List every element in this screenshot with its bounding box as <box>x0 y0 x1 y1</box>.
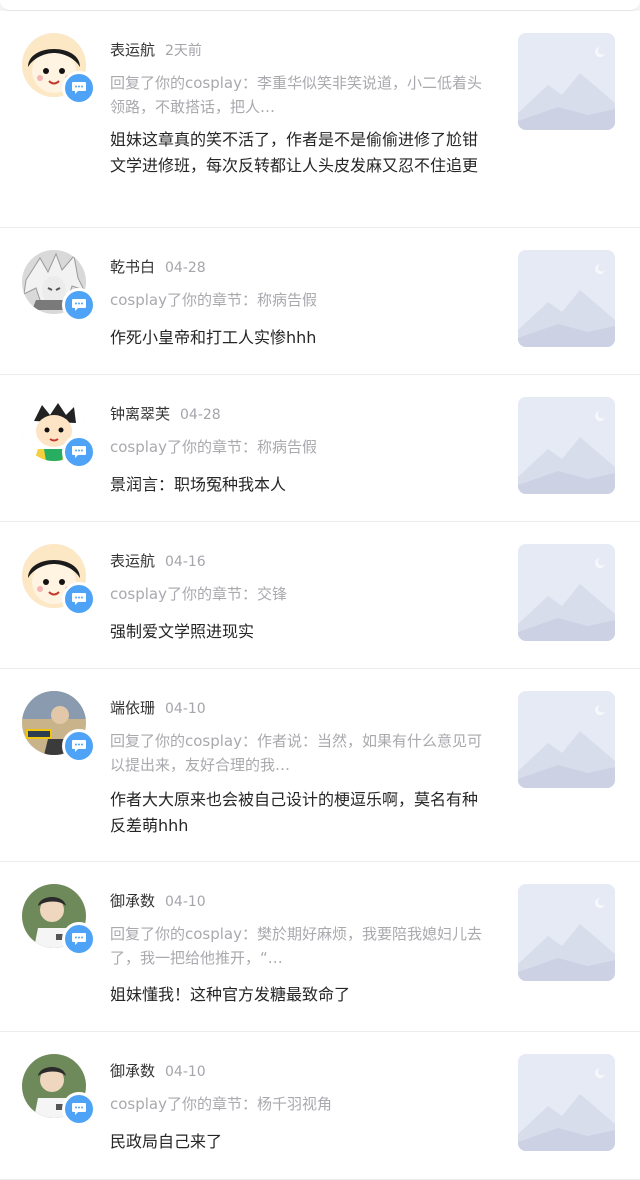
user-name[interactable]: 钟离翠芙 <box>110 405 170 423</box>
name-line: 表运航 04-16 <box>110 550 206 571</box>
reply-context[interactable]: 回复了你的cosplay：樊於期好麻烦，我要陪我媳妇儿去了，我一把给他推开，“… <box>110 922 482 970</box>
comment-text: 作死小皇帝和打工人实惨hhh <box>110 328 317 347</box>
comment-text: 民政局自己来了 <box>110 1132 223 1151</box>
comment-bubble-icon <box>62 922 96 956</box>
name-line: 端依珊 04-10 <box>110 697 206 718</box>
name-line: 御承数 04-10 <box>110 1060 206 1081</box>
comment-bubble-icon <box>62 435 96 469</box>
comment-bubble-icon <box>62 1092 96 1126</box>
comment-text: 姐妹懂我！这种官方发糖最致命了 <box>110 985 351 1004</box>
name-line: 钟离翠芙 04-28 <box>110 403 221 424</box>
comment-bubble-icon <box>62 582 96 616</box>
timestamp: 04-10 <box>165 894 206 910</box>
avatar-wrap[interactable] <box>22 691 96 763</box>
reply-context[interactable]: cosplay了你的章节：交锋 <box>110 582 482 606</box>
avatar-wrap[interactable] <box>22 544 96 616</box>
name-line: 表运航 2天前 <box>110 39 202 60</box>
notification-item[interactable]: 御承数 04-10 cosplay了你的章节：杨千羽视角 民政局自己来了 <box>0 1032 640 1180</box>
user-name[interactable]: 御承数 <box>110 892 155 910</box>
timestamp: 04-16 <box>165 554 206 570</box>
avatar-wrap[interactable] <box>22 884 96 956</box>
mountain-placeholder-icon[interactable] <box>518 691 615 788</box>
mountain-placeholder-icon[interactable] <box>518 397 615 494</box>
avatar-wrap[interactable] <box>22 1054 96 1126</box>
mountain-placeholder-icon[interactable] <box>518 884 615 981</box>
user-name[interactable]: 乾书白 <box>110 258 155 276</box>
notification-item[interactable]: 表运航 2天前 回复了你的cosplay：李重华似笑非笑说道，小二低着头领路，不敢… <box>0 11 640 228</box>
reply-context[interactable]: cosplay了你的章节：称病告假 <box>110 435 482 459</box>
reply-context[interactable]: cosplay了你的章节：称病告假 <box>110 288 482 312</box>
reply-context[interactable]: 回复了你的cosplay：作者说：当然，如果有什么意见可以提出来，友好合理的我… <box>110 729 482 777</box>
notification-item[interactable]: 钟离翠芙 04-28 cosplay了你的章节：称病告假 景润言：职场冤种我本人 <box>0 375 640 522</box>
comment-bubble-icon <box>62 729 96 763</box>
notification-item[interactable]: 御承数 04-10 回复了你的cosplay：樊於期好麻烦，我要陪我媳妇儿去了，我… <box>0 862 640 1032</box>
timestamp: 04-10 <box>165 1064 206 1080</box>
mountain-placeholder-icon[interactable] <box>518 544 615 641</box>
user-name[interactable]: 表运航 <box>110 552 155 570</box>
timestamp: 04-28 <box>180 407 221 423</box>
notification-item[interactable]: 乾书白 04-28 cosplay了你的章节：称病告假 作死小皇帝和打工人实惨hh… <box>0 228 640 375</box>
notification-page: 表运航 2天前 回复了你的cosplay：李重华似笑非笑说道，小二低着头领路，不敢… <box>0 0 640 1180</box>
reply-context[interactable]: cosplay了你的章节：杨千羽视角 <box>110 1092 482 1116</box>
timestamp: 04-28 <box>165 260 206 276</box>
notification-item[interactable]: 端依珊 04-10 回复了你的cosplay：作者说：当然，如果有什么意见可以提出… <box>0 669 640 862</box>
avatar-wrap[interactable] <box>22 33 96 105</box>
notification-item[interactable]: 表运航 04-16 cosplay了你的章节：交锋 强制爱文学照进现实 <box>0 522 640 669</box>
user-name[interactable]: 端依珊 <box>110 699 155 717</box>
comment-text: 姐妹这章真的笑不活了，作者是不是偷偷进修了尬钳文学进修班，每次反转都让人头皮发麻… <box>110 130 479 175</box>
timestamp: 2天前 <box>165 43 202 59</box>
comment-text: 景润言：职场冤种我本人 <box>110 475 287 494</box>
mountain-placeholder-icon[interactable] <box>518 250 615 347</box>
name-line: 御承数 04-10 <box>110 890 206 911</box>
comment-text: 作者大大原来也会被自己设计的梗逗乐啊，莫名有种反差萌hhh <box>110 790 479 835</box>
user-name[interactable]: 御承数 <box>110 1062 155 1080</box>
comment-bubble-icon <box>62 71 96 105</box>
user-name[interactable]: 表运航 <box>110 41 155 59</box>
reply-context[interactable]: 回复了你的cosplay：李重华似笑非笑说道，小二低着头领路，不敢搭话，把人… <box>110 71 482 119</box>
comment-bubble-icon <box>62 288 96 322</box>
previous-card-edge <box>0 0 640 11</box>
comment-text: 强制爱文学照进现实 <box>110 622 255 641</box>
avatar-wrap[interactable] <box>22 397 96 469</box>
avatar-wrap[interactable] <box>22 250 96 322</box>
timestamp: 04-10 <box>165 701 206 717</box>
name-line: 乾书白 04-28 <box>110 256 206 277</box>
mountain-placeholder-icon[interactable] <box>518 33 615 130</box>
mountain-placeholder-icon[interactable] <box>518 1054 615 1151</box>
